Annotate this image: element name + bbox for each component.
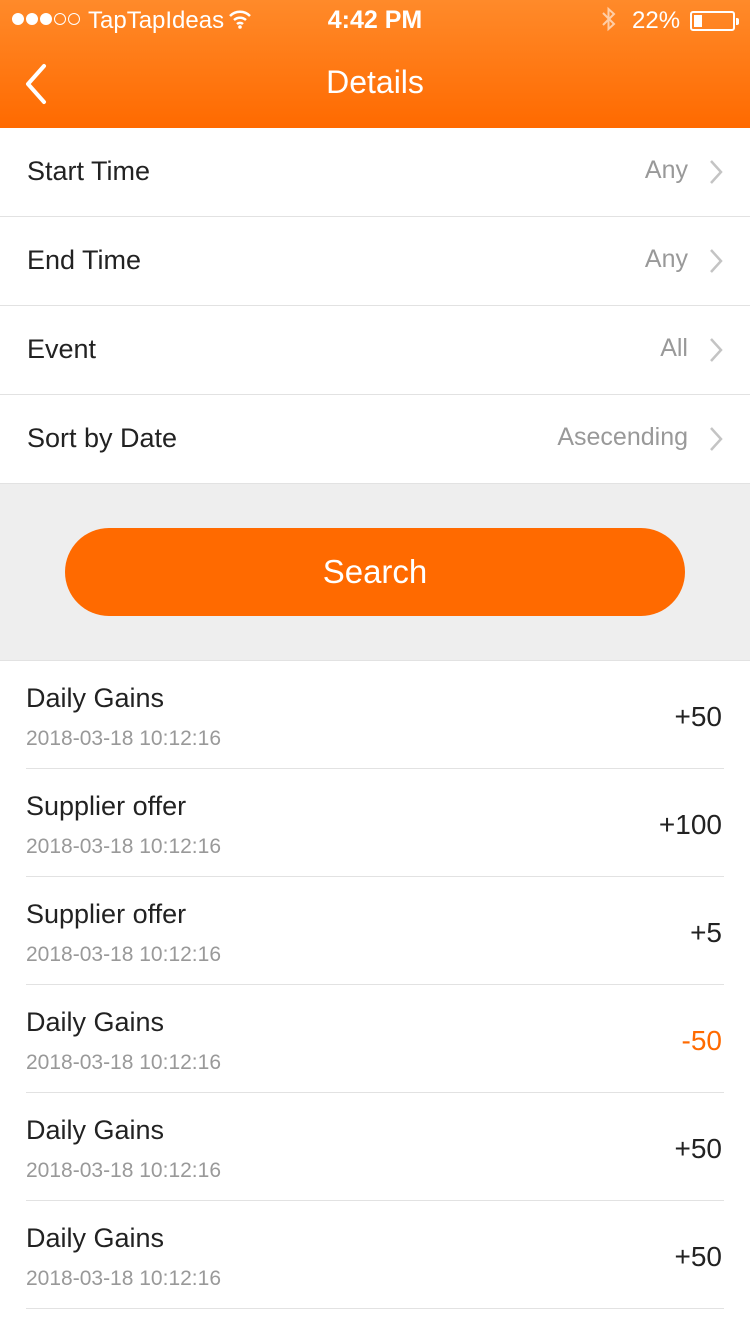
filter-event[interactable]: Event All [0, 306, 750, 395]
chevron-right-icon [708, 337, 724, 368]
item-date: 2018-03-18 10:12:16 [26, 835, 221, 858]
item-title: Daily Gains [26, 1223, 165, 1253]
filter-list: Start Time Any End Time Any Event All So… [0, 128, 750, 484]
item-title: Supplier offer [26, 791, 187, 821]
header: TapTapIdeas 4:42 PM 22% Details [0, 0, 750, 128]
filter-sort-by-date[interactable]: Sort by Date Asecending [0, 395, 750, 484]
battery-percentage: 22% [632, 7, 681, 34]
item-title: Daily Gains [26, 1007, 165, 1037]
filter-value: All [660, 334, 688, 362]
item-title: Supplier offer [26, 899, 187, 929]
filter-label: Sort by Date [27, 423, 178, 453]
navigation-bar: Details [0, 40, 750, 128]
chevron-right-icon [708, 248, 724, 279]
bluetooth-icon [600, 6, 618, 39]
list-item[interactable]: Supplier offer 2018-03-18 10:12:16 +100 [26, 769, 724, 877]
chevron-right-icon [708, 159, 724, 190]
item-date: 2018-03-18 10:12:16 [26, 1051, 221, 1074]
filter-value: Any [644, 156, 688, 184]
item-amount: +100 [658, 809, 722, 840]
page-title: Details [326, 64, 424, 100]
item-amount: +5 [690, 917, 722, 948]
filter-label: Event [27, 334, 97, 364]
filter-end-time[interactable]: End Time Any [0, 217, 750, 306]
item-title: Daily Gains [26, 683, 165, 713]
status-bar: TapTapIdeas 4:42 PM 22% [0, 0, 750, 40]
item-date: 2018-03-18 10:12:16 [26, 943, 221, 966]
list-item[interactable]: Daily Gains 2018-03-18 10:12:16 -50 [26, 985, 724, 1093]
list-item[interactable]: Supplier offer 2018-03-18 10:12:16 +5 [26, 877, 724, 985]
item-amount: +50 [674, 1241, 723, 1272]
filter-value: Any [644, 245, 688, 273]
list-item[interactable]: Daily Gains 2018-03-18 10:12:16 +50 [26, 1093, 724, 1201]
filter-label: Start Time [27, 156, 151, 186]
search-area: Search [0, 484, 750, 660]
list-item[interactable]: Daily Gains 2018-03-18 10:12:16 +50 [26, 1201, 724, 1309]
filter-start-time[interactable]: Start Time Any [0, 128, 750, 217]
battery-icon [690, 11, 739, 31]
filter-label: End Time [27, 245, 142, 275]
item-date: 2018-03-18 10:12:16 [26, 727, 221, 750]
transaction-list: Daily Gains 2018-03-18 10:12:16 +50 Supp… [0, 660, 750, 1309]
item-amount: +50 [674, 701, 723, 732]
search-button[interactable]: Search [65, 528, 685, 616]
item-amount: -50 [681, 1025, 722, 1056]
item-title: Daily Gains [26, 1115, 165, 1145]
item-date: 2018-03-18 10:12:16 [26, 1159, 221, 1182]
chevron-right-icon [708, 426, 724, 457]
list-item[interactable]: Daily Gains 2018-03-18 10:12:16 +50 [26, 661, 724, 769]
filter-value: Asecending [557, 423, 688, 451]
item-date: 2018-03-18 10:12:16 [26, 1267, 221, 1290]
item-amount: +50 [674, 1133, 723, 1164]
